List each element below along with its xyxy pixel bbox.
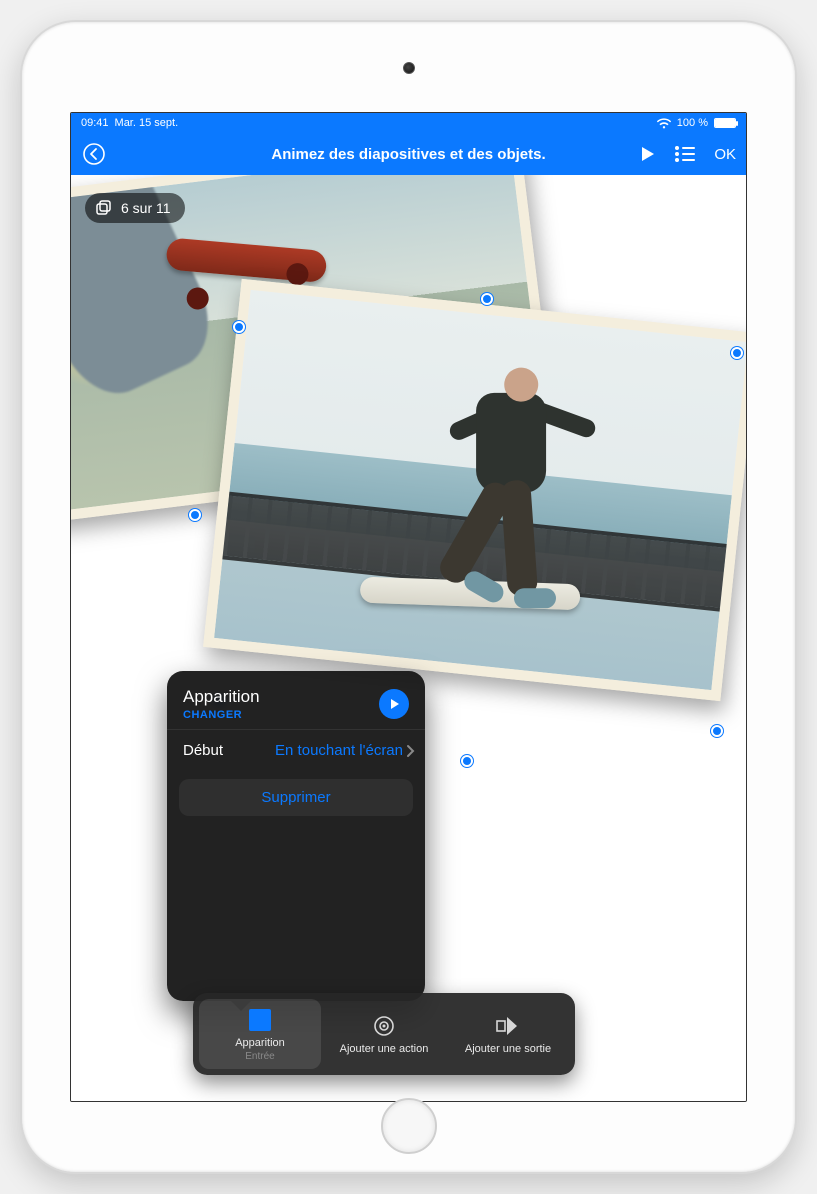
action-icon (372, 1013, 396, 1039)
selection-handle[interactable] (481, 293, 493, 305)
popover-title: Apparition (183, 687, 260, 707)
slide-counter-text: 6 sur 11 (121, 200, 171, 216)
start-trigger-row[interactable]: Début En touchant l'écran (167, 729, 425, 771)
screen: 09:41 Mar. 15 sept. 100 % Animez des dia… (70, 112, 747, 1102)
status-time: 09:41 (81, 117, 109, 129)
selection-handle[interactable] (189, 509, 201, 521)
anim-add-build-out-button[interactable]: Ajouter une sortie (447, 999, 569, 1069)
selection-handle[interactable] (233, 321, 245, 333)
home-button[interactable] (381, 1098, 437, 1154)
anim-label: Ajouter une action (340, 1042, 429, 1056)
anim-build-in-button[interactable]: Apparition Entrée (199, 999, 321, 1069)
app-toolbar: Animez des diapositives et des objets. O… (71, 133, 746, 175)
slide-canvas[interactable]: 6 sur 11 Apparition CHANGER Début En (71, 175, 746, 1101)
build-out-icon (495, 1013, 521, 1039)
delete-animation-button[interactable]: Supprimer (179, 779, 413, 816)
status-date: Mar. 15 sept. (115, 117, 179, 129)
slide-counter-badge[interactable]: 6 sur 11 (85, 193, 185, 223)
animation-type-bar: Apparition Entrée Ajouter une action Ajo… (193, 993, 575, 1075)
change-effect-button[interactable]: CHANGER (183, 709, 260, 721)
selection-handle[interactable] (731, 347, 743, 359)
start-value: En touchant l'écran (275, 742, 403, 759)
start-label: Début (183, 742, 223, 759)
front-camera (403, 62, 415, 74)
wifi-icon (657, 118, 671, 129)
selection-handle[interactable] (461, 755, 473, 767)
anim-label: Ajouter une sortie (465, 1042, 551, 1056)
play-icon[interactable] (638, 145, 656, 163)
battery-percent: 100 % (677, 117, 708, 129)
anim-label: Apparition (235, 1036, 285, 1050)
battery-icon (714, 118, 736, 128)
anim-add-action-button[interactable]: Ajouter une action (323, 999, 445, 1069)
selection-handle[interactable] (711, 725, 723, 737)
preview-play-button[interactable] (379, 689, 409, 719)
chevron-right-icon (405, 744, 415, 758)
back-icon[interactable] (81, 141, 107, 167)
build-in-thumb-icon (249, 1009, 271, 1031)
anim-sublabel: Entrée (245, 1050, 274, 1063)
build-order-icon[interactable] (674, 145, 696, 163)
animation-popover: Apparition CHANGER Début En touchant l'é… (167, 671, 425, 1001)
done-button[interactable]: OK (714, 146, 736, 163)
ipad-frame: 09:41 Mar. 15 sept. 100 % Animez des dia… (20, 20, 797, 1174)
photo-skater-jump[interactable] (203, 279, 746, 701)
status-bar: 09:41 Mar. 15 sept. 100 % (71, 113, 746, 133)
slides-icon (95, 199, 113, 217)
